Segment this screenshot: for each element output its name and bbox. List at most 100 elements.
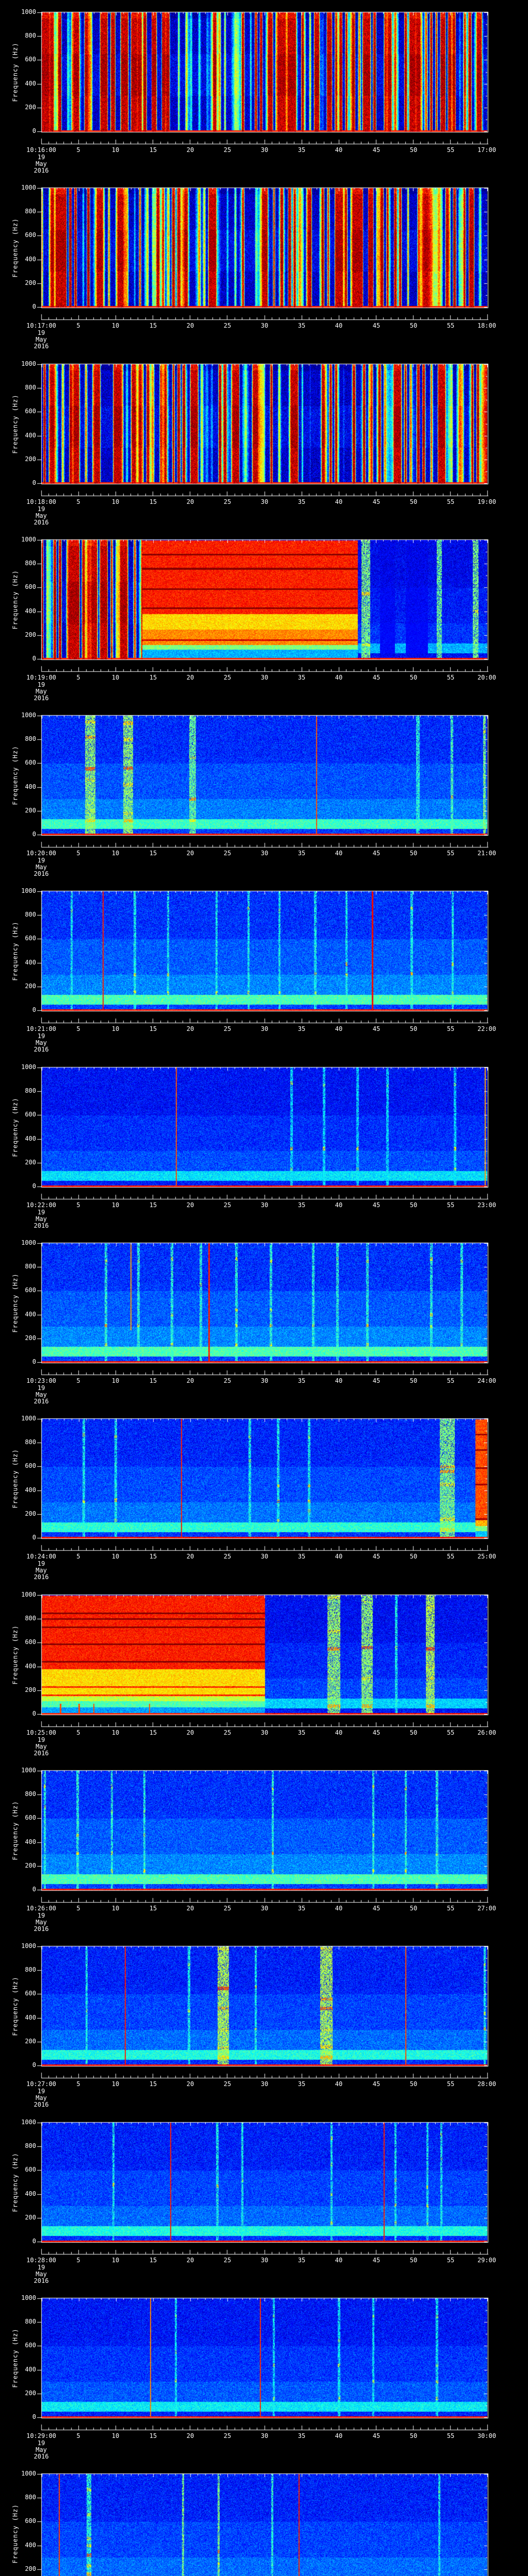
spectrogram-panel: Frequency (Hz) 1000 800 600 400 200 0 10:25:00 5… (0, 1583, 528, 1758)
frequency-axis-title: Frequency (Hz) (11, 2153, 19, 2212)
frequency-axis-title: Frequency (Hz) (11, 1273, 19, 1333)
y-tick-label: 200 (25, 1159, 36, 1166)
y-tick-label: 800 (25, 1263, 36, 1270)
date-label: 2016 (34, 1750, 49, 1757)
y-tick-label: 200 (25, 1510, 36, 1517)
date-label: 2016 (34, 1573, 49, 1581)
frequency-axis-title: Frequency (Hz) (11, 570, 19, 630)
date-label: 2016 (34, 343, 49, 350)
y-tick-label: 400 (25, 1838, 36, 1845)
x-end-time-label: 17:00 (477, 146, 497, 154)
x-end-time-label: 28:00 (477, 2080, 497, 2088)
frequency-axis-title: Frequency (Hz) (11, 921, 19, 981)
y-tick-label: 0 (32, 479, 36, 486)
x-end-time-label: 27:00 (477, 1905, 497, 1912)
spectrogram-panel: Frequency (Hz) 1000 800 600 400 200 0 10:18:00 5… (0, 352, 528, 528)
y-tick-label: 0 (32, 2413, 36, 2420)
spectrogram-panel: Frequency (Hz) 1000 800 600 400 200 0 10:24:00 5… (0, 1406, 528, 1583)
y-tick-label: 800 (25, 2318, 36, 2325)
y-tick-label: 800 (25, 1790, 36, 1798)
y-tick-label: 600 (25, 583, 36, 590)
y-tick-label: 600 (25, 935, 36, 942)
y-tick-label: 200 (25, 104, 36, 111)
date-label: 2016 (34, 1925, 49, 1933)
date-label: 2016 (34, 2453, 49, 2460)
y-tick-label: 200 (25, 982, 36, 990)
y-tick-label: 800 (25, 384, 36, 391)
date-label: 2016 (34, 1046, 49, 1053)
y-tick-label: 400 (25, 959, 36, 966)
spectrogram-panel: Frequency (Hz) 1000 800 600 400 200 0 10:17:00 5… (0, 176, 528, 352)
y-tick-label: 200 (25, 2565, 36, 2572)
y-tick-label: 1000 (21, 1415, 36, 1422)
y-tick-label: 0 (32, 127, 36, 134)
y-tick-label: 1000 (21, 360, 36, 367)
y-tick-label: 400 (25, 2541, 36, 2549)
y-tick-label: 800 (25, 735, 36, 742)
y-tick-label: 0 (32, 1006, 36, 1013)
y-tick-label: 400 (25, 2014, 36, 2021)
frequency-axis-title: Frequency (Hz) (11, 394, 19, 454)
y-tick-label: 600 (25, 2342, 36, 2349)
y-tick-label: 400 (25, 1311, 36, 1318)
frequency-axis-title: Frequency (Hz) (11, 1097, 19, 1157)
x-end-time-label: 20:00 (477, 674, 497, 681)
y-tick-label: 0 (32, 2061, 36, 2069)
date-label: 2016 (34, 167, 49, 174)
y-tick-label: 400 (25, 432, 36, 439)
y-tick-label: 1000 (21, 2470, 36, 2477)
date-label: 2016 (34, 519, 49, 526)
y-tick-label: 0 (32, 1710, 36, 1717)
y-tick-label: 0 (32, 303, 36, 310)
x-end-time-label: 26:00 (477, 1729, 497, 1736)
frequency-axis-title: Frequency (Hz) (11, 42, 19, 102)
y-tick-label: 1000 (21, 1767, 36, 1774)
y-tick-label: 0 (32, 831, 36, 838)
date-label: 2016 (34, 1222, 49, 1229)
y-tick-label: 200 (25, 2389, 36, 2397)
y-tick-label: 200 (25, 631, 36, 638)
y-tick-label: 1000 (21, 711, 36, 719)
y-tick-label: 600 (25, 1111, 36, 1118)
y-tick-label: 600 (25, 1638, 36, 1646)
y-tick-label: 600 (25, 408, 36, 415)
y-tick-label: 400 (25, 607, 36, 615)
y-tick-label: 600 (25, 2517, 36, 2524)
x-end-time-label: 24:00 (477, 1377, 497, 1384)
y-tick-label: 800 (25, 1087, 36, 1094)
y-tick-label: 400 (25, 80, 36, 87)
x-end-time-label: 18:00 (477, 322, 497, 329)
y-tick-label: 800 (25, 1615, 36, 1622)
y-tick-label: 800 (25, 1966, 36, 1973)
frequency-axis-title: Frequency (Hz) (11, 1801, 19, 1860)
y-tick-label: 1000 (21, 1942, 36, 1950)
y-tick-label: 600 (25, 56, 36, 63)
frequency-axis-title: Frequency (Hz) (11, 218, 19, 278)
spectrogram-panel: Frequency (Hz) 1000 800 600 400 200 0 10:19:00 5… (0, 528, 528, 703)
spectrogram-stack-page: Frequency (Hz) 1000 800 600 400 200 0 10:16:00 5… (0, 0, 528, 2576)
y-tick-label: 800 (25, 208, 36, 215)
x-end-time-label: 21:00 (477, 850, 497, 857)
y-tick-label: 600 (25, 1462, 36, 1469)
y-tick-label: 600 (25, 2166, 36, 2173)
frequency-axis-title: Frequency (Hz) (11, 1976, 19, 2036)
y-tick-label: 400 (25, 1663, 36, 1670)
y-tick-label: 0 (32, 1534, 36, 1541)
y-tick-label: 0 (32, 1358, 36, 1365)
frequency-axis-title: Frequency (Hz) (11, 1449, 19, 1509)
x-end-time-label: 23:00 (477, 1201, 497, 1209)
frequency-axis-title: Frequency (Hz) (11, 745, 19, 805)
spectrogram-panel: Frequency (Hz) 1000 800 600 400 200 0 10:20:00 5… (0, 703, 528, 879)
y-tick-label: 400 (25, 2366, 36, 2373)
spectrogram-plot (0, 2462, 528, 2576)
x-end-time-label: 25:00 (477, 1553, 497, 1560)
x-end-time-label: 22:00 (477, 1025, 497, 1032)
y-tick-label: 800 (25, 1438, 36, 1446)
y-tick-label: 200 (25, 1862, 36, 1869)
x-end-time-label: 19:00 (477, 498, 497, 505)
y-tick-label: 200 (25, 807, 36, 814)
y-tick-label: 600 (25, 1814, 36, 1821)
y-tick-label: 200 (25, 1334, 36, 1342)
frequency-axis-title: Frequency (Hz) (11, 1625, 19, 1685)
y-tick-label: 400 (25, 1135, 36, 1142)
